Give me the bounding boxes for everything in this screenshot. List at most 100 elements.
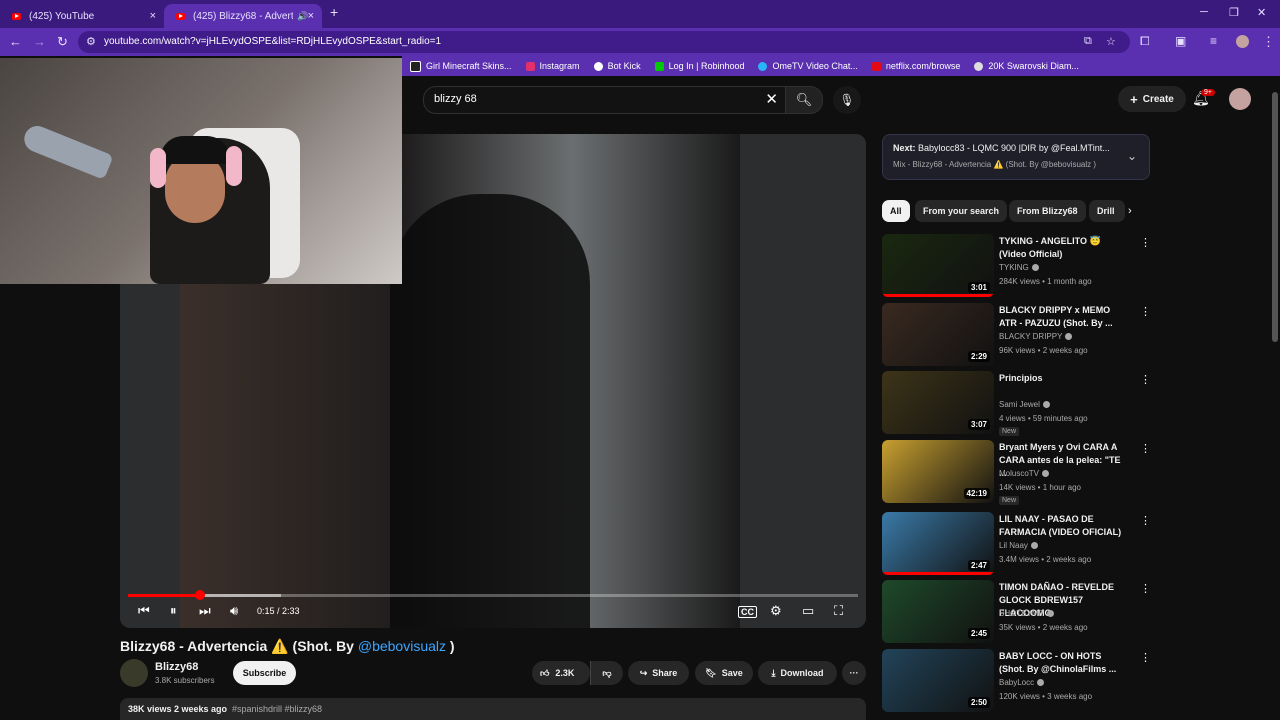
- recommendation-channel[interactable]: BLACKY DRIPPY: [999, 332, 1073, 341]
- video-thumbnail[interactable]: 3:01: [882, 234, 994, 297]
- recommendation-channel[interactable]: BabyLocc: [999, 678, 1045, 687]
- chip-drill[interactable]: Drill: [1089, 200, 1125, 222]
- recommendation-item[interactable]: 42:19 Bryant Myers y Ovi CARA A CARA ante…: [882, 440, 1151, 505]
- more-options-icon[interactable]: ⋮: [1140, 514, 1151, 527]
- forward-arrow-icon[interactable]: →: [33, 34, 46, 49]
- recommendation-item[interactable]: 3:01 TYKING - ANGELITO 😇 (Video Official)…: [882, 234, 1151, 298]
- seek-knob[interactable]: [194, 590, 205, 600]
- settings-gear-icon[interactable]: ⚙: [770, 603, 782, 619]
- profile-avatar[interactable]: [1236, 35, 1249, 48]
- install-app-icon[interactable]: ⧉: [1084, 35, 1092, 48]
- download-button[interactable]: ⤓ Download: [758, 661, 837, 685]
- bookmark-item[interactable]: OmeTV Video Chat...: [758, 61, 858, 71]
- video-thumbnail[interactable]: 3:07: [882, 371, 994, 434]
- back-arrow-icon[interactable]: ←: [9, 34, 22, 49]
- minimize-button[interactable]: ─: [1200, 6, 1208, 18]
- bookmark-item[interactable]: Instagram: [525, 61, 580, 71]
- recommendation-title[interactable]: LIL NAAY - PASAO DE FARMACIA (VIDEO OFIC…: [999, 513, 1129, 539]
- previous-icon[interactable]: ⏮: [138, 603, 150, 619]
- recommendation-item[interactable]: 2:47 LIL NAAY - PASAO DE FARMACIA (VIDEO …: [882, 512, 1151, 576]
- close-window-button[interactable]: ✕: [1257, 6, 1266, 19]
- new-tab-button[interactable]: +: [330, 4, 338, 20]
- recommendation-channel[interactable]: TYKING: [999, 263, 1039, 272]
- recommendation-item[interactable]: 2:29 BLACKY DRIPPY x MEMO ATR - PAZUZU (S…: [882, 303, 1151, 367]
- bookmark-star-icon[interactable]: ☆: [1106, 35, 1116, 48]
- video-thumbnail[interactable]: 2:50: [882, 649, 994, 712]
- like-button[interactable]: 👍︎ 2.3K: [532, 661, 590, 685]
- subscribe-button[interactable]: Subscribe: [233, 661, 296, 685]
- tab-close-icon[interactable]: ×: [308, 10, 314, 22]
- title-mention-link[interactable]: @bebovisualz: [358, 638, 446, 654]
- video-thumbnail[interactable]: 2:47: [882, 512, 994, 575]
- search-button[interactable]: 🔍︎: [785, 86, 823, 114]
- cast-icon[interactable]: ▣: [1175, 34, 1186, 48]
- site-info-icon[interactable]: ⚙: [86, 35, 96, 48]
- more-actions-button[interactable]: ···: [842, 661, 866, 685]
- bookmark-item[interactable]: netflix.com/browse: [871, 61, 960, 71]
- more-options-icon[interactable]: ⋮: [1140, 442, 1151, 455]
- reload-icon[interactable]: ↻: [57, 34, 68, 50]
- video-thumbnail[interactable]: 42:19: [882, 440, 994, 503]
- clear-search-icon[interactable]: ✕: [765, 90, 778, 108]
- voice-search-button[interactable]: 🎙︎: [833, 86, 861, 114]
- more-options-icon[interactable]: ⋮: [1140, 236, 1151, 249]
- channel-name[interactable]: Blizzy68: [155, 661, 198, 673]
- channel-avatar[interactable]: [120, 659, 148, 687]
- audio-playing-icon[interactable]: 🔊: [297, 11, 308, 22]
- more-options-icon[interactable]: ⋮: [1140, 373, 1151, 386]
- verified-badge-icon: [1042, 470, 1050, 478]
- description-box[interactable]: 38K views 2 weeks ago #spanishdrill #bli…: [120, 698, 866, 720]
- seek-bar[interactable]: [128, 590, 858, 600]
- browser-menu-icon[interactable]: ⋮: [1262, 34, 1275, 50]
- pause-icon[interactable]: ⏸: [170, 603, 177, 619]
- chip-all[interactable]: All: [882, 200, 910, 222]
- video-thumbnail[interactable]: 2:29: [882, 303, 994, 366]
- create-button[interactable]: + Create: [1118, 86, 1186, 112]
- chevron-right-icon[interactable]: ›: [1128, 205, 1132, 217]
- more-options-icon[interactable]: ⋮: [1140, 651, 1151, 664]
- recommendation-item[interactable]: 3:07 Principios Sami Jewel 4 views • 59 min…: [882, 371, 1151, 436]
- address-bar[interactable]: ⚙ youtube.com/watch?v=jHLEvydOSPE&list=R…: [78, 31, 1130, 53]
- recommendation-channel[interactable]: Lil Naay: [999, 541, 1038, 550]
- hashtags[interactable]: #spanishdrill #blizzy68: [232, 704, 322, 714]
- bookmark-item[interactable]: Girl Minecraft Skins...: [410, 60, 512, 72]
- dislike-button[interactable]: 👎︎: [590, 661, 623, 685]
- media-controls-icon[interactable]: ≡: [1210, 34, 1217, 48]
- browser-toolbar: ← → ↻ ⚙ youtube.com/watch?v=jHLEvydOSPE&…: [0, 28, 1280, 56]
- theater-mode-icon[interactable]: ▭: [802, 603, 814, 619]
- recommendation-channel[interactable]: MoluscoTV: [999, 469, 1050, 478]
- extensions-icon[interactable]: ⧠: [1140, 34, 1150, 49]
- next-icon[interactable]: ⏭: [199, 603, 211, 619]
- recommendation-item[interactable]: 2:45 TIMON DAÑAO - REVELDE GLOCK BDREW157…: [882, 580, 1151, 644]
- chip-from-blizzy68[interactable]: From Blizzy68: [1009, 200, 1086, 222]
- bookmark-item[interactable]: Log In | Robinhood: [654, 61, 744, 71]
- share-button[interactable]: ↪ Share: [628, 661, 689, 685]
- fullscreen-icon[interactable]: ⛶: [834, 603, 843, 619]
- restore-button[interactable]: ❐: [1229, 6, 1239, 19]
- recommendation-title[interactable]: BLACKY DRIPPY x MEMO ATR - PAZUZU (Shot.…: [999, 304, 1129, 330]
- tab-youtube[interactable]: (425) YouTube ×: [0, 4, 164, 28]
- recommendation-title[interactable]: Principios: [999, 372, 1129, 385]
- more-options-icon[interactable]: ⋮: [1140, 582, 1151, 595]
- tab-current-video[interactable]: (425) Blizzy68 - Advertencia 🔊 ×: [164, 4, 322, 28]
- recommendation-channel[interactable]: SHOTBYMP: [999, 609, 1054, 618]
- chip-from-your-search[interactable]: From your search: [915, 200, 1008, 222]
- video-thumbnail[interactable]: 2:45: [882, 580, 994, 643]
- volume-icon[interactable]: 🔊︎: [230, 603, 238, 619]
- playlist-next-panel[interactable]: Next: Babylocc83 - LQMC 900 |DIR by @Fea…: [882, 134, 1150, 180]
- recommendation-title[interactable]: BABY LOCC - ON HOTS (Shot. By @ChinolaFi…: [999, 650, 1129, 676]
- search-box[interactable]: blizzy 68 ✕: [423, 86, 787, 114]
- bookmark-item[interactable]: Bot Kick: [593, 61, 641, 71]
- search-input[interactable]: blizzy 68: [434, 93, 477, 105]
- save-button[interactable]: 🔖︎ Save: [695, 661, 753, 685]
- recommendation-channel[interactable]: Sami Jewel: [999, 400, 1050, 409]
- tab-close-icon[interactable]: ×: [150, 10, 156, 22]
- recommendation-title[interactable]: TYKING - ANGELITO 😇 (Video Official): [999, 235, 1129, 261]
- page-scrollbar[interactable]: [1272, 92, 1278, 342]
- recommendation-item[interactable]: 2:50 BABY LOCC - ON HOTS (Shot. By @Chino…: [882, 649, 1151, 713]
- chevron-down-icon[interactable]: ⌄: [1127, 149, 1137, 163]
- more-options-icon[interactable]: ⋮: [1140, 305, 1151, 318]
- bookmark-item[interactable]: 20K Swarovski Diam...: [974, 61, 1079, 71]
- account-avatar[interactable]: [1229, 88, 1251, 110]
- captions-icon[interactable]: CC: [738, 606, 757, 618]
